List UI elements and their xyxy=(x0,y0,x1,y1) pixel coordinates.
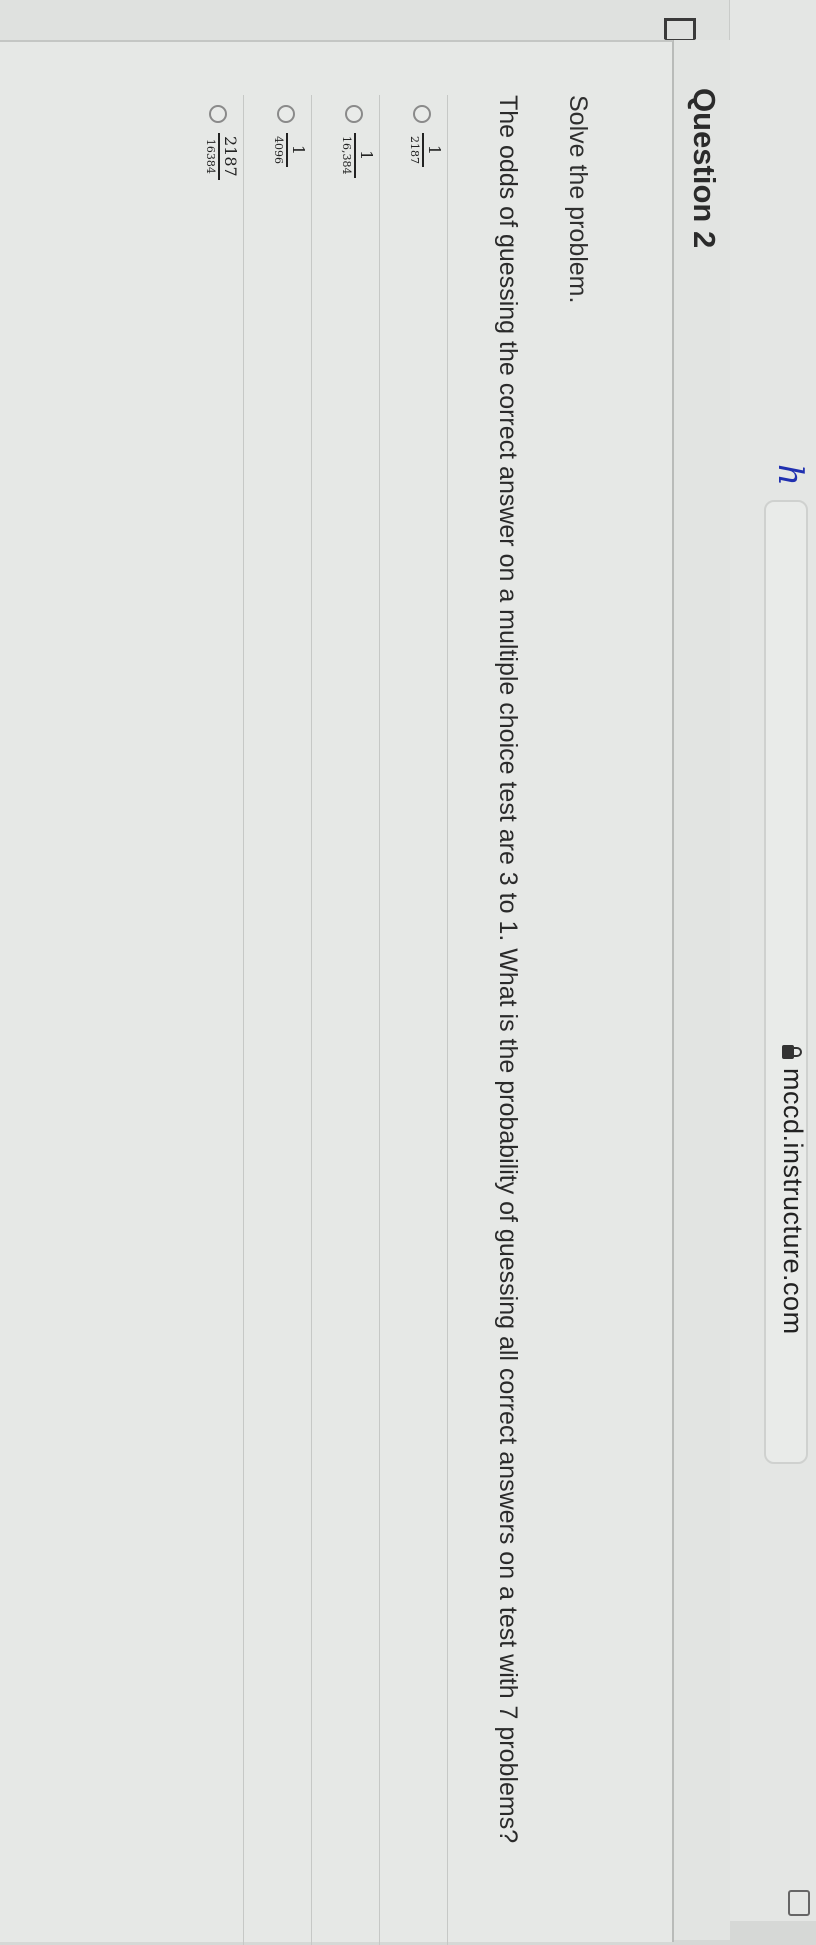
fraction-denominator: 16384 xyxy=(204,138,217,174)
answer-fraction: 2187 16384 xyxy=(203,133,240,180)
fraction-bar xyxy=(354,133,356,178)
fraction-numerator: 1 xyxy=(357,150,376,161)
fraction-bar xyxy=(422,133,424,167)
answer-option[interactable]: 1 4096 xyxy=(243,95,312,1945)
question-title: Question 2 xyxy=(687,88,722,249)
radio-button-icon[interactable] xyxy=(413,105,431,123)
answer-fraction: 1 16,384 xyxy=(339,133,376,178)
answer-option[interactable]: 2187 16384 xyxy=(175,95,244,1945)
fraction-numerator: 2187 xyxy=(221,136,240,177)
browser-toolbar: ℎ mccd.instructure.com xyxy=(729,0,816,1921)
url-text[interactable]: mccd.instructure.com xyxy=(777,1068,808,1335)
handwritten-mark: ℎ xyxy=(770,464,810,486)
radio-button-icon[interactable] xyxy=(345,105,363,123)
reader-view-icon[interactable] xyxy=(788,1890,810,1916)
question-instruction: Solve the problem. xyxy=(564,95,592,304)
lock-icon xyxy=(782,1045,794,1059)
flag-icon[interactable] xyxy=(664,18,696,39)
answer-fraction: 1 4096 xyxy=(271,133,308,167)
screen: ℎ mccd.instructure.com Question 2 Solve … xyxy=(0,0,816,1945)
answer-option[interactable]: 1 2187 xyxy=(379,95,448,1945)
fraction-numerator: 1 xyxy=(289,144,308,156)
question-text: The odds of guessing the correct answer … xyxy=(494,95,522,1844)
radio-button-icon[interactable] xyxy=(209,105,227,123)
fraction-numerator: 1 xyxy=(425,144,444,156)
answer-option[interactable]: 1 16,384 xyxy=(311,95,380,1945)
fraction-denominator: 16,384 xyxy=(340,136,353,175)
question-header: Question 2 xyxy=(673,40,730,1940)
fraction-denominator: 2187 xyxy=(408,136,421,164)
fraction-bar xyxy=(218,133,220,180)
radio-button-icon[interactable] xyxy=(277,105,295,123)
fraction-denominator: 4096 xyxy=(272,136,285,164)
answer-fraction: 1 2187 xyxy=(407,133,444,167)
fraction-bar xyxy=(286,133,288,167)
